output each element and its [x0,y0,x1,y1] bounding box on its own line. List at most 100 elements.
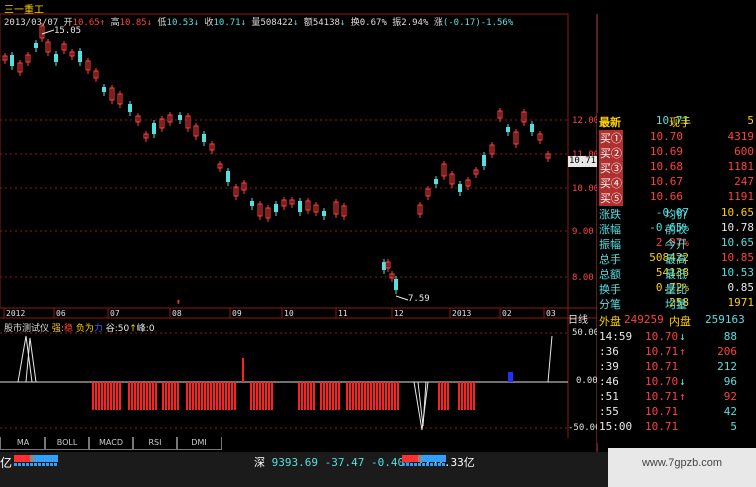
ind-bar-negative [134,382,136,410]
time-label: 06 [56,309,66,318]
tab-boll[interactable]: BOLL [44,437,90,450]
ind-bar-negative [298,382,300,410]
ind-bar-negative [262,382,264,410]
ind-bar-negative [107,382,109,410]
tab-macd[interactable]: MACD [88,437,134,450]
candle-body-down [394,279,398,290]
tick-time: :55 [599,405,619,418]
time-label: 2013 [452,309,471,318]
time-label: 07 [110,309,120,318]
candle-body-down [34,43,38,48]
tick-row: :55 10.71 42 [597,404,756,419]
candle-body-down [298,201,302,212]
bid-price: 10.70 [649,130,683,143]
tick-time: 14:59 [599,330,633,343]
candle-body-down [226,171,230,182]
peak-label: 峰: [136,324,149,334]
status-left: 亿 [0,456,13,470]
bid-vol: 1181 [727,160,755,173]
stat-value-2: 10.53 [720,266,754,279]
ind-bar-negative [192,382,194,410]
ind-bar-negative [473,382,475,410]
bid-row: 买⑤ 10.66 1191 [597,189,756,206]
period-label[interactable]: 日线 [568,311,588,326]
ind-bar-negative [367,382,369,410]
candle-body-down [382,262,386,270]
current-price-tag: 10.71 [568,156,597,167]
candle-body-down [250,201,254,206]
indicator-title: 股市测试仪 强:稳 负为力 谷:50↑峰:0 [4,324,155,334]
ind-bar-negative [391,382,393,410]
ind-bar-negative [441,382,443,410]
watermark: www.7gpzb.com [608,448,756,487]
stat-row: 换手 0.72% 量比 0.85 [597,280,756,296]
status-mid-bars [402,455,446,466]
ind-bar-negative [370,382,372,410]
bid-vol: 600 [734,145,754,158]
candle-body-down [54,54,58,62]
tick-price: 10.70 [645,330,679,343]
tick-time: :39 [599,360,619,373]
ind-bar-negative [304,382,306,410]
bid-row: 买③ 10.68 1181 [597,159,756,176]
ind-bar-negative [271,382,273,410]
ind-bar-positive [242,358,244,382]
ind-bar-negative [137,382,139,410]
tab-ma[interactable]: MA [0,437,46,450]
candle-body-down [178,115,182,120]
ind-bar-negative [234,382,236,410]
ind-bar-negative [231,382,233,410]
valley-value: 50 [117,324,130,334]
ind-bar-negative [467,382,469,410]
low-annotation: 7.59 [408,294,430,304]
candlesticks: ⇞ [2,23,551,306]
outer-inner-row: 外盘 249259 内盘 259163 [597,312,756,328]
ind-bar-negative [250,382,252,410]
candle-body-down [78,51,82,62]
ind-axis-top: 50.00 [572,328,600,338]
ind-bar-negative [253,382,255,410]
ind-bar-negative [165,382,167,410]
ind-bar-negative [113,382,115,410]
time-label: 02 [502,309,512,318]
candle-body-down [322,211,326,216]
ind-bar-negative [388,382,390,410]
tick-row: :51 10.71 ↑ 92 [597,389,756,404]
tick-row: 15:00 10.71 5 [597,419,756,434]
candle-body-down [458,184,462,192]
ind-bar-negative [104,382,106,410]
tick-time: 15:00 [599,420,633,433]
quote-panel: 最新 10.71 现手 5 买① 10.70 4319 买② 10.69 600 买③ 10.… [597,113,756,443]
bid-price: 10.66 [649,190,683,203]
stat-label-2: 均量 [665,298,687,311]
ind-bar-negative [461,382,463,410]
ind-bar-negative [323,382,325,410]
candle-body-down [128,104,132,112]
ind-bar-negative [313,382,315,410]
ind-bar-negative [310,382,312,410]
bid-vol: 247 [734,175,754,188]
high-annotation: 15.05 [54,26,82,36]
bid-row: 买④ 10.67 247 [597,174,756,191]
ind-bar-negative [152,382,154,410]
ind-bar-negative [171,382,173,410]
ind-bar-negative [364,382,366,410]
ind-bar-negative [119,382,121,410]
ind-bar-negative [213,382,215,410]
weak-value: 力 [93,324,103,334]
ind-bar-negative [385,382,387,410]
strong-label: 强: [51,324,64,334]
candle-body-down [530,124,534,132]
tick-price: 10.71 [645,360,679,373]
ind-bar-negative [98,382,100,410]
bid-price: 10.69 [649,145,683,158]
tick-vol: 96 [723,375,737,388]
index-value: 9393.69 [271,456,318,469]
tab-rsi[interactable]: RSI [132,437,178,450]
ind-bar-negative [355,382,357,410]
candle-body-down [482,155,486,166]
ind-bar-negative [335,382,337,410]
tab-dmi[interactable]: DMI [176,437,222,450]
ind-bar-negative [189,382,191,410]
ind-bar-negative [140,382,142,410]
